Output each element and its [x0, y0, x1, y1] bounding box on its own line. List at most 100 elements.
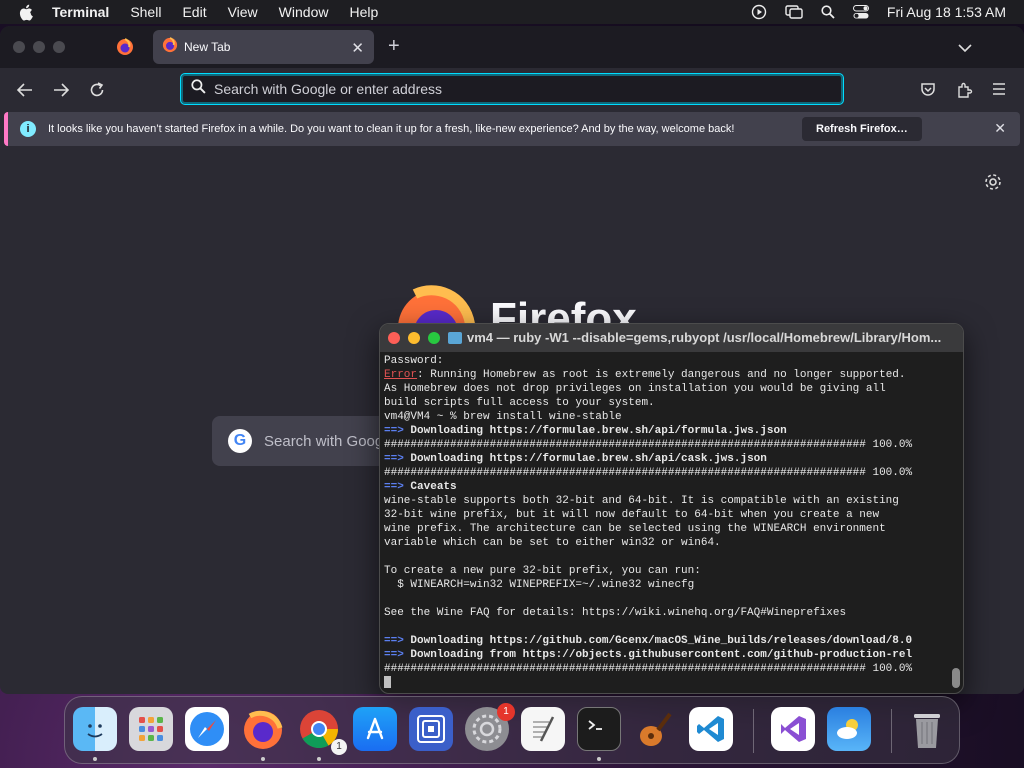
- terminal-cursor: [384, 676, 391, 689]
- terminal-title: vm4 — ruby -W1 --disable=gems,rubyopt /u…: [467, 330, 942, 345]
- terminal-line: ########################################…: [384, 663, 913, 675]
- notification-close-icon[interactable]: ✕: [994, 120, 1006, 137]
- brew-arrow: ==>: [384, 649, 404, 661]
- brew-arrow: ==>: [384, 425, 404, 437]
- info-icon: i: [20, 121, 36, 137]
- terminal-close-button[interactable]: [388, 332, 400, 344]
- new-tab-plus-icon[interactable]: +: [388, 35, 400, 58]
- dock-separator-2: [891, 709, 892, 753]
- vscode-icon[interactable]: [689, 707, 733, 751]
- terminal-line: ==> Downloading https://formulae.brew.sh…: [384, 452, 948, 466]
- terminal-dock-icon[interactable]: [577, 707, 621, 751]
- terminal-line: $ WINEARCH=win32 WINEPREFIX=~/.wine32 wi…: [384, 579, 695, 591]
- menu-shell[interactable]: Shell: [130, 4, 161, 20]
- terminal-line: ########################################…: [384, 439, 913, 451]
- terminal-line: wine-stable supports both 32-bit and 64-…: [384, 495, 899, 507]
- tab-bar: New Tab ✕ +: [0, 26, 1024, 68]
- firefox-dock-icon[interactable]: [241, 707, 285, 751]
- terminal-output[interactable]: Password: Error: Running Homebrew as root…: [384, 354, 948, 692]
- chrome-badge: 1: [331, 739, 347, 755]
- menu-app-name[interactable]: Terminal: [52, 4, 109, 20]
- notification-bar: i It looks like you haven’t started Fire…: [4, 112, 1020, 146]
- terminal-window[interactable]: vm4 — ruby -W1 --disable=gems,rubyopt /u…: [379, 323, 964, 694]
- terminal-line: ==> Downloading https://formulae.brew.sh…: [384, 424, 948, 438]
- pocket-icon[interactable]: [919, 81, 937, 99]
- search-icon: [191, 79, 206, 99]
- launchpad-icon[interactable]: [129, 707, 173, 751]
- utm-icon[interactable]: [409, 707, 453, 751]
- terminal-line: ==> Downloading from https://objects.git…: [384, 648, 948, 662]
- menu-clock[interactable]: Fri Aug 18 1:53 AM: [887, 4, 1006, 20]
- reload-icon[interactable]: [88, 81, 106, 99]
- menu-window[interactable]: Window: [279, 4, 329, 20]
- terminal-minimize-button[interactable]: [408, 332, 420, 344]
- brew-heading: Downloading from https://objects.githubu…: [403, 649, 913, 661]
- tab-label: New Tab: [184, 40, 231, 54]
- dock-separator: [753, 709, 754, 753]
- address-bar[interactable]: Search with Google or enter address: [180, 73, 844, 105]
- terminal-title-bar[interactable]: vm4 — ruby -W1 --disable=gems,rubyopt /u…: [380, 324, 963, 352]
- brew-heading: Caveats: [403, 481, 457, 493]
- terminal-line: Error: Running Homebrew as root is extre…: [384, 369, 906, 381]
- finder-icon[interactable]: [73, 707, 117, 751]
- terminal-zoom-button[interactable]: [428, 332, 440, 344]
- tab-new-tab[interactable]: New Tab ✕: [153, 30, 374, 64]
- terminal-line: See the Wine FAQ for details: https://wi…: [384, 607, 847, 619]
- brew-arrow: ==>: [384, 453, 404, 465]
- window-minimize-button[interactable]: [33, 41, 45, 53]
- app-store-icon[interactable]: [353, 707, 397, 751]
- screen-mirroring-icon[interactable]: [785, 4, 803, 20]
- system-settings-badge: 1: [497, 703, 515, 721]
- dock: 1 1: [64, 696, 960, 764]
- finder-running-dot: [93, 757, 97, 761]
- weather-icon[interactable]: [827, 707, 871, 751]
- window-zoom-button[interactable]: [53, 41, 65, 53]
- brew-heading: Downloading https://github.com/Gcenx/mac…: [403, 635, 913, 647]
- error-label: Error: [384, 369, 418, 381]
- textedit-icon[interactable]: [521, 707, 565, 751]
- terminal-prompt-line[interactable]: [384, 676, 948, 690]
- menu-bar: Terminal Shell Edit View Window Help Fri…: [0, 0, 1024, 24]
- terminal-line: ########################################…: [384, 467, 913, 479]
- apple-icon[interactable]: [18, 4, 34, 21]
- newtab-search-box[interactable]: G Search with Goog: [212, 416, 392, 466]
- newtab-search-placeholder: Search with Goog: [264, 432, 384, 450]
- gear-icon[interactable]: [983, 172, 1003, 192]
- safari-icon[interactable]: [185, 707, 229, 751]
- play-icon[interactable]: [751, 4, 767, 20]
- menu-view[interactable]: View: [228, 4, 258, 20]
- spotlight-search-icon[interactable]: [821, 5, 835, 19]
- brew-heading: Downloading https://formulae.brew.sh/api…: [403, 425, 787, 437]
- menu-help[interactable]: Help: [349, 4, 378, 20]
- tab-close-icon[interactable]: ✕: [351, 39, 364, 57]
- terminal-line: To create a new pure 32-bit prefix, you …: [384, 565, 701, 577]
- firefox-pinned-tab[interactable]: [116, 38, 134, 56]
- garageband-icon[interactable]: [633, 707, 677, 751]
- terminal-line: build scripts full access to your system…: [384, 397, 655, 409]
- brew-arrow: ==>: [384, 635, 404, 647]
- window-close-button[interactable]: [13, 41, 25, 53]
- terminal-line: Password:: [384, 355, 444, 367]
- refresh-firefox-button[interactable]: Refresh Firefox…: [802, 117, 922, 141]
- control-center-icon[interactable]: [852, 5, 869, 19]
- brew-arrow: ==>: [384, 481, 404, 493]
- menu-edit[interactable]: Edit: [182, 4, 206, 20]
- brew-heading: Downloading https://formulae.brew.sh/api…: [403, 453, 767, 465]
- system-settings-icon[interactable]: 1: [465, 703, 515, 751]
- back-arrow-icon[interactable]: [16, 81, 34, 99]
- hamburger-menu-icon[interactable]: [991, 81, 1009, 99]
- terminal-line: As Homebrew does not drop privileges on …: [384, 383, 886, 395]
- terminal-scrollbar[interactable]: [951, 354, 961, 692]
- extensions-icon[interactable]: [955, 81, 973, 99]
- forward-arrow-icon[interactable]: [52, 81, 70, 99]
- terminal-line: variable which can be set to either win3…: [384, 537, 721, 549]
- chrome-icon[interactable]: 1: [297, 707, 347, 755]
- list-all-tabs-chevron-icon[interactable]: [958, 40, 972, 58]
- chrome-running-dot: [317, 757, 321, 761]
- visual-studio-icon[interactable]: [771, 707, 815, 751]
- trash-icon[interactable]: [905, 707, 949, 751]
- firefox-wordmark: Firefox: [490, 294, 637, 326]
